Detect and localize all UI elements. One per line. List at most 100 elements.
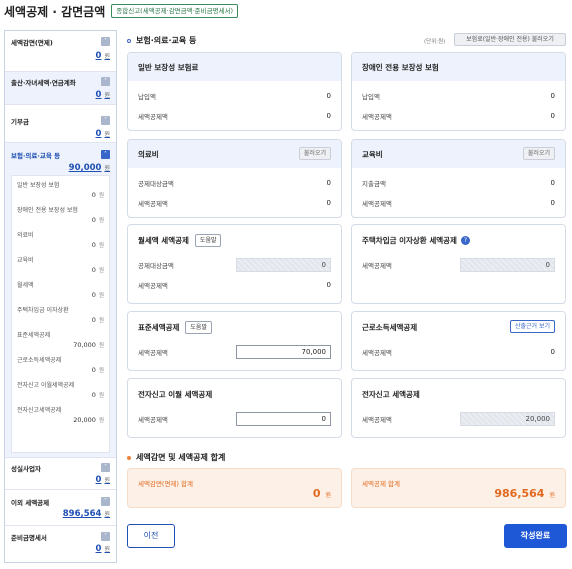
chevron-down-icon[interactable]: ˅ <box>101 77 110 86</box>
complete-button[interactable]: 작성완료 <box>504 524 567 548</box>
chevron-up-icon[interactable]: ˄ <box>101 150 110 159</box>
sidebar-item-label: 보험·의료·교육 등 <box>11 152 61 160</box>
card-title: 표준세액공제 <box>138 322 180 332</box>
load-medical-button[interactable]: 불러오기 <box>298 147 331 160</box>
card-efiling: 전자신고 세액공제 세액공제액 20,000 <box>351 378 566 438</box>
sidebar-item-value[interactable]: 896,564 원 <box>11 509 110 519</box>
list-item: 전자신고세액공제 20,000 원 <box>17 407 104 424</box>
card-row: 지출금액 0 <box>362 179 555 188</box>
sidebar-item-label: 세액감면(면제) <box>11 39 53 47</box>
card-row: 세액공제액 0 <box>362 199 555 208</box>
view-basis-button[interactable]: 산출근거 보기 <box>509 320 555 333</box>
list-item: 교육비 0 원 <box>17 257 104 274</box>
card-monthly-rent: 월세액 세액공제 도움말 공제대상금액 0 세액공제액 0 <box>127 224 342 304</box>
sidebar-item-value[interactable]: 0원 <box>11 90 110 100</box>
card-row: 세액공제액 0 <box>138 199 331 208</box>
sidebar-item-value[interactable]: 0원 <box>11 129 110 139</box>
total-reduction: 세액감면(면제) 합계 0원 <box>127 468 342 508</box>
sidebar-item-label: 준비금명세서 <box>11 534 47 542</box>
title-badge: 종합신고(세액공제·감면금액·준비금명세서) <box>111 4 239 18</box>
card-title: 전자신고 이월 세액공제 <box>138 389 213 399</box>
standard-credit-input[interactable]: 70,000 <box>236 345 331 359</box>
sidebar-item-value[interactable]: 0원 <box>11 51 110 61</box>
sidebar-item-label: 이외 세액공제 <box>11 499 50 507</box>
card-row: 공제대상금액 0 <box>128 255 341 275</box>
chevron-down-icon[interactable]: ˅ <box>101 463 110 472</box>
card-row: 세액공제액 70,000 <box>128 342 341 362</box>
help-button[interactable]: 도움말 <box>185 320 212 334</box>
card-title: 교육비 <box>362 149 383 159</box>
list-item: 근로소득세액공제 0 원 <box>17 357 104 374</box>
page-title: 세액공제 · 감면금액 <box>4 4 106 19</box>
sidebar-item-child-pension[interactable]: 출산·자녀세액·연금계좌 ˅ 0원 <box>5 72 116 105</box>
bullet-icon <box>127 38 131 43</box>
card-row: 세액공제액 0 <box>138 281 331 290</box>
section-title: 보험·의료·교육 등 <box>136 36 197 45</box>
sidebar-item-donation[interactable]: 기부금 ˅ 0원 <box>5 105 116 143</box>
list-item: 월세액 0 원 <box>17 282 104 299</box>
total-value: 986,564 원 <box>494 487 555 500</box>
sidebar-sublist: 일반 보장성 보험 0 원 장애인 전용 보장성 보험 0 원 의료비 0 원 교육비 0 원 … <box>11 175 110 453</box>
prev-button[interactable]: 이전 <box>127 524 175 548</box>
sidebar-item-insurance-medical-edu[interactable]: 보험·의료·교육 등 ˄ 90,000 원 일반 보장성 보험 0 원 장애인 전용 … <box>5 143 116 458</box>
card-row: 세액공제액 0 <box>128 409 341 429</box>
housing-credit-field: 0 <box>460 258 555 272</box>
section-header: 세액감면 및 세액공제 합계 <box>127 452 225 463</box>
card-row: 납입액 0 <box>138 92 331 101</box>
card-title: 의료비 <box>138 149 159 159</box>
card-row: 공제대상금액 0 <box>138 179 331 188</box>
load-education-button[interactable]: 불러오기 <box>522 147 555 160</box>
efiling-carry-input[interactable]: 0 <box>236 412 331 426</box>
total-label: 세액감면(면제) 합계 <box>138 480 193 488</box>
list-item: 일반 보장성 보험 0 원 <box>17 182 104 199</box>
section-header: 보험·의료·교육 등 <box>127 35 196 46</box>
section-title: 세액감면 및 세액공제 합계 <box>136 453 226 462</box>
sidebar-item-value[interactable]: 0원 <box>11 475 110 485</box>
sidebar-item-other-credit[interactable]: 이외 세액공제 ˅ 896,564 원 <box>5 490 116 526</box>
unit-label: (단위:원) <box>424 39 446 45</box>
bullet-icon <box>127 455 131 460</box>
chevron-down-icon[interactable]: ˅ <box>101 116 110 125</box>
card-row: 세액공제액 0 <box>362 348 555 357</box>
card-education: 교육비 불러오기 지출금액 0 세액공제액 0 <box>351 139 566 218</box>
header: 세액공제 · 감면금액 종합신고(세액공제·감면금액·준비금명세서) <box>0 0 572 22</box>
card-disabled-insurance: 장애인 전용 보장성 보험 납입액 0 세액공제액 0 <box>351 52 566 131</box>
chevron-down-icon[interactable]: ˅ <box>101 37 110 46</box>
sidebar-item-value[interactable]: 0원 <box>11 544 110 554</box>
chevron-down-icon[interactable]: ˅ <box>101 497 110 506</box>
card-title: 일반 보장성 보험료 <box>138 62 199 72</box>
list-item: 장애인 전용 보장성 보험 0 원 <box>17 207 104 224</box>
sidebar-item-reduction[interactable]: 세액감면(면제) ˅ 0원 <box>5 31 116 72</box>
sidebar-item-label: 기부금 <box>11 118 29 126</box>
help-icon[interactable]: ? <box>460 235 470 245</box>
sidebar-item-faithful-business[interactable]: 성실사업자 ˅ 0원 <box>5 458 116 490</box>
efiling-credit-field: 20,000 <box>460 412 555 426</box>
card-title: 월세액 세액공제 <box>138 235 189 245</box>
sidebar: 세액감면(면제) ˅ 0원 출산·자녀세액·연금계좌 ˅ 0원 기부금 ˅ 0원… <box>4 30 117 563</box>
sidebar-item-label: 성실사업자 <box>11 465 41 473</box>
list-item: 전자신고 이월세액공제 0 원 <box>17 382 104 399</box>
card-row: 세액공제액 0 <box>362 112 555 121</box>
total-credit: 세액공제 합계 986,564 원 <box>351 468 566 508</box>
total-value: 0원 <box>312 487 331 500</box>
sidebar-item-label: 출산·자녀세액·연금계좌 <box>11 79 76 87</box>
card-row: 세액공제액 0 <box>138 112 331 121</box>
card-title: 장애인 전용 보장성 보험 <box>362 62 439 72</box>
sidebar-item-value[interactable]: 90,000 원 <box>11 163 110 173</box>
card-title: 주택차입금 이자상환 세액공제 <box>362 235 457 245</box>
load-insurance-button[interactable]: 보험료(일반·장애인 전용) 불러오기 <box>454 33 566 46</box>
card-row: 세액공제액 20,000 <box>352 409 565 429</box>
card-standard: 표준세액공제 도움말 세액공제액 70,000 <box>127 311 342 371</box>
card-title: 근로소득세액공제 <box>362 322 418 332</box>
list-item: 표준세액공제 70,000 원 <box>17 332 104 349</box>
help-button[interactable]: 도움말 <box>194 233 222 247</box>
chevron-down-icon[interactable]: ˅ <box>101 532 110 541</box>
card-title: 전자신고 세액공제 <box>362 389 420 399</box>
card-earned-income: 근로소득세액공제 산출근거 보기 세액공제액 0 <box>351 311 566 371</box>
sidebar-item-reserve[interactable]: 준비금명세서 ˅ 0원 <box>5 526 116 562</box>
total-label: 세액공제 합계 <box>362 480 400 488</box>
card-row: 세액공제액 0 <box>352 255 565 275</box>
list-item: 의료비 0 원 <box>17 232 104 249</box>
card-efiling-carryover: 전자신고 이월 세액공제 세액공제액 0 <box>127 378 342 438</box>
card-housing-loan: 주택차입금 이자상환 세액공제 ? 세액공제액 0 <box>351 224 566 304</box>
